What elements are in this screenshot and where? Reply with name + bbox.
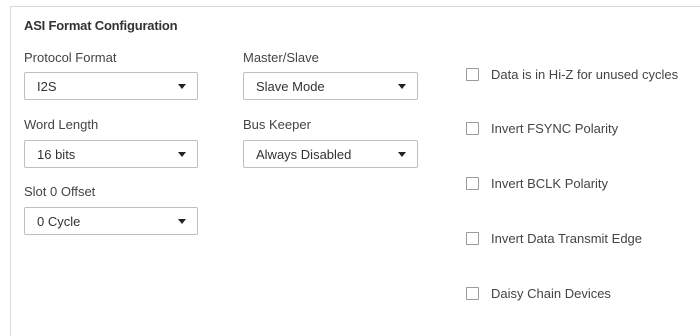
protocol-format-select[interactable]: I2S <box>24 72 198 100</box>
chevron-down-icon <box>398 84 406 89</box>
protocol-format-value: I2S <box>37 78 57 94</box>
protocol-format-label: Protocol Format <box>24 50 117 65</box>
option-invert-data-transmit-edge[interactable]: Invert Data Transmit Edge <box>466 231 642 246</box>
chevron-down-icon <box>398 152 406 157</box>
master-slave-select[interactable]: Slave Mode <box>243 72 418 100</box>
word-length-value: 16 bits <box>37 146 76 162</box>
slot0-offset-select[interactable]: 0 Cycle <box>24 207 198 235</box>
option-invert-fsync-polarity[interactable]: Invert FSYNC Polarity <box>466 121 618 136</box>
bus-keeper-label: Bus Keeper <box>243 117 311 132</box>
checkbox[interactable] <box>466 122 479 135</box>
checkbox[interactable] <box>466 287 479 300</box>
word-length-select[interactable]: 16 bits <box>24 140 198 168</box>
checkbox[interactable] <box>466 232 479 245</box>
option-label: Invert BCLK Polarity <box>491 176 609 191</box>
chevron-down-icon <box>178 84 186 89</box>
option-hi-z-unused-cycles[interactable]: Data is in Hi-Z for unused cycles <box>466 67 678 82</box>
checkbox[interactable] <box>466 177 479 190</box>
checkbox[interactable] <box>466 68 479 81</box>
slot0-offset-label: Slot 0 Offset <box>24 184 96 199</box>
master-slave-label: Master/Slave <box>243 50 319 65</box>
bus-keeper-value: Always Disabled <box>256 146 352 162</box>
chevron-down-icon <box>178 219 186 224</box>
word-length-label: Word Length <box>24 117 99 132</box>
option-label: Data is in Hi-Z for unused cycles <box>491 67 679 82</box>
option-daisy-chain-devices[interactable]: Daisy Chain Devices <box>466 286 611 301</box>
option-label: Invert Data Transmit Edge <box>491 231 643 246</box>
option-invert-bclk-polarity[interactable]: Invert BCLK Polarity <box>466 176 608 191</box>
option-label: Daisy Chain Devices <box>491 286 611 301</box>
master-slave-value: Slave Mode <box>256 78 325 94</box>
option-label: Invert FSYNC Polarity <box>491 121 619 136</box>
bus-keeper-select[interactable]: Always Disabled <box>243 140 418 168</box>
section-title: ASI Format Configuration <box>24 18 178 33</box>
chevron-down-icon <box>178 152 186 157</box>
slot0-offset-value: 0 Cycle <box>37 213 81 229</box>
